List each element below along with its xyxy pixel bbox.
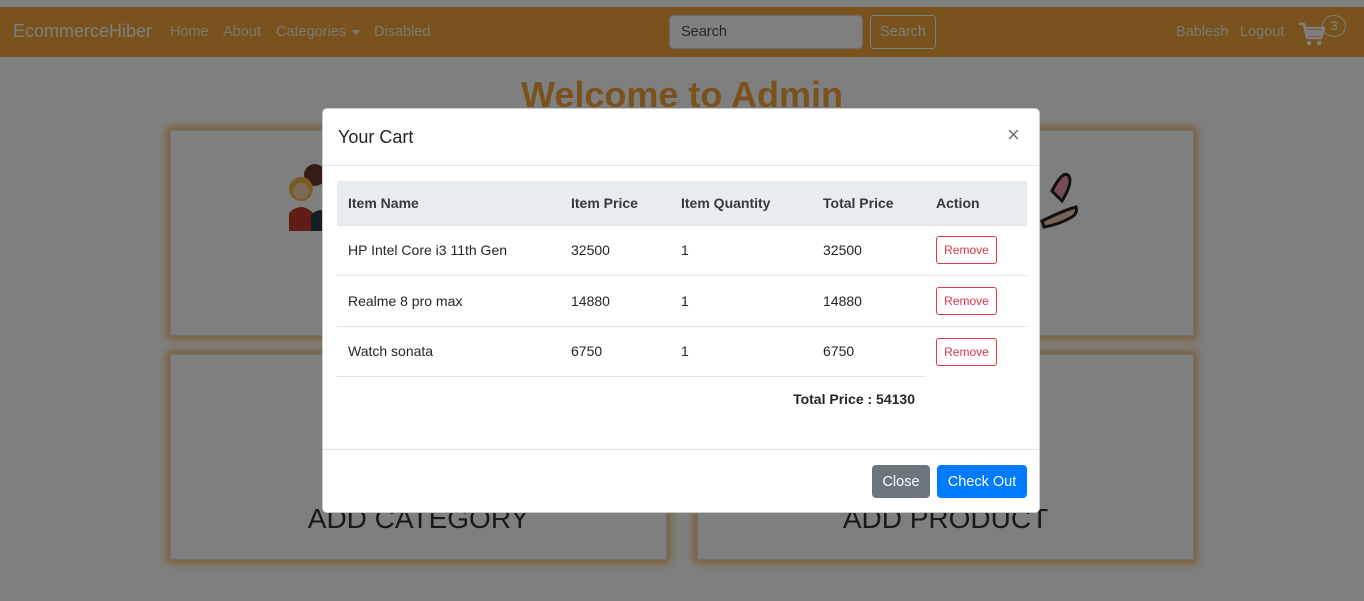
item-action-cell: Remove — [925, 275, 1027, 326]
cart-modal: Your Cart × Item Name Item Price Item Qu… — [322, 108, 1040, 513]
item-price: 32500 — [560, 224, 670, 276]
cart-total: Total Price : 54130 — [793, 391, 915, 407]
column-header-action: Action — [925, 181, 1027, 226]
item-total: 6750 — [812, 325, 925, 377]
item-total: 14880 — [812, 275, 925, 326]
remove-button[interactable]: Remove — [936, 286, 997, 315]
item-name: Realme 8 pro max — [337, 275, 560, 326]
table-header-row: Item Name Item Price Item Quantity Total… — [337, 181, 1027, 226]
column-header-item-name: Item Name — [337, 181, 560, 226]
item-name: HP Intel Core i3 11th Gen — [337, 224, 560, 276]
remove-button[interactable]: Remove — [936, 236, 997, 265]
item-price: 6750 — [560, 325, 670, 377]
remove-button[interactable]: Remove — [936, 337, 997, 366]
item-quantity: 1 — [670, 275, 812, 326]
modal-footer: Close Check Out — [323, 449, 1039, 513]
column-header-total-price: Total Price — [812, 181, 925, 226]
table-row: Watch sonata 6750 1 6750 Remove — [337, 325, 1027, 377]
cart-table: Item Name Item Price Item Quantity Total… — [337, 181, 1027, 377]
item-action-cell: Remove — [925, 224, 1027, 276]
modal-header: Your Cart × — [323, 109, 1039, 166]
table-row: HP Intel Core i3 11th Gen 32500 1 32500 … — [337, 224, 1027, 276]
column-header-item-quantity: Item Quantity — [670, 181, 812, 226]
item-quantity: 1 — [670, 224, 812, 276]
item-action-cell: Remove — [925, 325, 1027, 377]
item-total: 32500 — [812, 224, 925, 276]
modal-title: Your Cart — [338, 127, 414, 147]
checkout-button[interactable]: Check Out — [937, 465, 1027, 498]
close-icon[interactable]: × — [1007, 124, 1020, 146]
close-button[interactable]: Close — [872, 465, 930, 498]
item-name: Watch sonata — [337, 325, 560, 377]
item-price: 14880 — [560, 275, 670, 326]
table-row: Realme 8 pro max 14880 1 14880 Remove — [337, 275, 1027, 326]
item-quantity: 1 — [670, 325, 812, 377]
column-header-item-price: Item Price — [560, 181, 670, 226]
